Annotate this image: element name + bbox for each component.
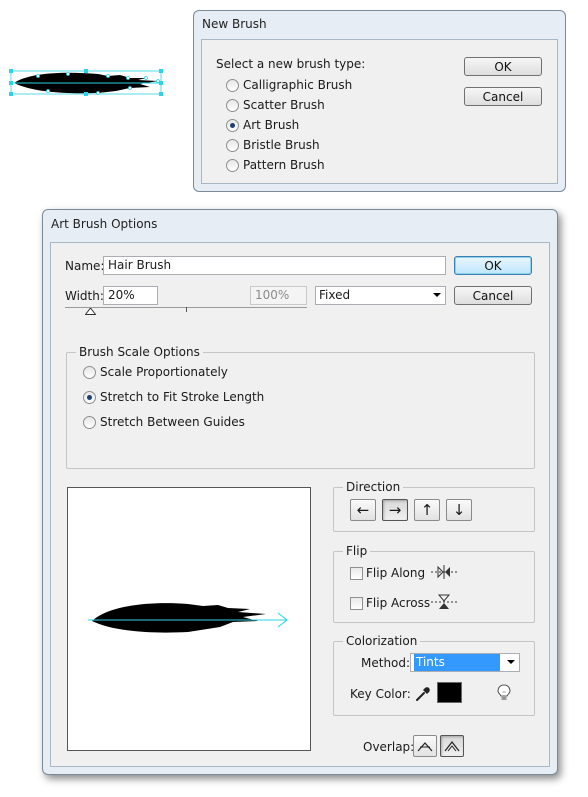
flip-group: Flip Flip Along Flip Across <box>333 544 535 623</box>
dialog-title: New Brush <box>202 17 267 31</box>
radio-label: Bristle Brush <box>243 138 320 152</box>
radio-circle[interactable] <box>226 78 239 92</box>
chevron-down-icon <box>433 293 441 297</box>
radio-stretch-between-guides[interactable]: Stretch Between Guides <box>83 415 245 429</box>
overlap-corners-icon <box>417 742 433 752</box>
art-brush-options-dialog: Art Brush Options Name: Hair Brush OK Wi… <box>42 209 558 775</box>
width-mode-select[interactable]: Fixed <box>315 286 446 305</box>
direction-group: Direction ← → ↑ ↓ <box>333 480 535 532</box>
radio-art-brush[interactable]: Art Brush <box>226 118 299 132</box>
group-title: Direction <box>343 480 404 494</box>
dialog-content: Name: Hair Brush OK Width: 20% 100% Fixe… <box>50 242 550 767</box>
select-value: Tints <box>414 654 500 671</box>
radio-circle[interactable] <box>226 98 239 112</box>
name-label: Name: <box>65 259 105 273</box>
colorization-method-select[interactable]: Tints <box>410 653 520 672</box>
width-label: Width: <box>65 289 104 303</box>
cancel-button[interactable]: Cancel <box>464 87 542 106</box>
radio-label: Scale Proportionately <box>100 365 228 379</box>
ok-button[interactable]: OK <box>464 57 542 76</box>
brush-preview-art <box>88 603 288 633</box>
overlap-none-icon <box>444 741 460 752</box>
chevron-down-icon <box>507 660 515 664</box>
flip-along-checkbox[interactable]: Flip Along <box>350 566 425 580</box>
overlap-no-overlap-button[interactable] <box>440 735 464 757</box>
checkbox-box[interactable] <box>350 596 363 610</box>
arrow-left-icon: ← <box>356 500 370 519</box>
radio-scatter-brush[interactable]: Scatter Brush <box>226 98 325 112</box>
radio-label: Calligraphic Brush <box>243 78 353 92</box>
flip-along-icon <box>431 565 457 579</box>
overlap-label: Overlap: <box>363 740 415 754</box>
arrow-up-icon: ↑ <box>420 500 434 519</box>
slider-thumb-icon[interactable] <box>85 308 96 315</box>
radio-label: Scatter Brush <box>243 98 325 112</box>
direction-left-button[interactable]: ← <box>350 499 376 521</box>
checkbox-label: Flip Across <box>366 596 431 610</box>
cancel-button[interactable]: Cancel <box>454 286 532 305</box>
radio-circle[interactable] <box>83 415 96 429</box>
radio-circle[interactable] <box>226 158 239 172</box>
radio-circle[interactable] <box>226 138 239 152</box>
radio-pattern-brush[interactable]: Pattern Brush <box>226 158 325 172</box>
brush-preview <box>67 487 311 751</box>
lightbulb-icon[interactable] <box>496 684 512 702</box>
flip-across-checkbox[interactable]: Flip Across <box>350 596 430 610</box>
group-title: Colorization <box>343 634 421 648</box>
selected-brush-artwork[interactable] <box>8 66 168 98</box>
direction-up-button[interactable]: ↑ <box>414 499 440 521</box>
radio-label: Pattern Brush <box>243 158 325 172</box>
ok-button[interactable]: OK <box>454 256 532 275</box>
checkbox-box[interactable] <box>350 566 363 580</box>
dialog-title: Art Brush Options <box>51 217 158 231</box>
brush-type-prompt: Select a new brush type: <box>216 57 366 71</box>
name-field[interactable]: Hair Brush <box>103 256 446 275</box>
dialog-content: Select a new brush type: Calligraphic Br… <box>201 39 558 184</box>
group-title: Brush Scale Options <box>76 345 203 359</box>
arrow-right-icon: → <box>388 500 402 519</box>
method-label: Method: <box>361 656 411 670</box>
new-brush-dialog: New Brush Select a new brush type: Calli… <box>193 10 566 192</box>
key-color-swatch[interactable] <box>437 682 462 703</box>
direction-down-button[interactable]: ↓ <box>446 499 472 521</box>
radio-bristle-brush[interactable]: Bristle Brush <box>226 138 320 152</box>
radio-label: Art Brush <box>243 118 300 132</box>
radio-circle[interactable] <box>226 118 239 132</box>
slider-tick <box>186 307 187 312</box>
arrow-down-icon: ↓ <box>452 500 466 519</box>
radio-circle[interactable] <box>83 390 96 404</box>
radio-label: Stretch to Fit Stroke Length <box>100 390 265 404</box>
eyedropper-icon[interactable] <box>415 684 431 702</box>
radio-calligraphic-brush[interactable]: Calligraphic Brush <box>226 78 352 92</box>
radio-stretch-to-fit[interactable]: Stretch to Fit Stroke Length <box>83 390 264 404</box>
select-value: Fixed <box>319 288 351 302</box>
overlap-adjust-corners-button[interactable] <box>413 735 437 757</box>
width-max-field: 100% <box>250 286 307 305</box>
direction-right-button[interactable]: → <box>382 499 408 521</box>
group-title: Flip <box>343 544 371 558</box>
flip-across-icon <box>431 594 457 609</box>
key-color-label: Key Color: <box>350 687 411 701</box>
checkbox-label: Flip Along <box>366 566 426 580</box>
radio-circle[interactable] <box>83 365 96 379</box>
colorization-group: Colorization Method: Tints Key Color: <box>333 634 535 716</box>
brush-scale-options-group: Brush Scale Options Scale Proportionatel… <box>66 345 535 469</box>
radio-label: Stretch Between Guides <box>100 415 245 429</box>
radio-scale-proportionately[interactable]: Scale Proportionately <box>83 365 228 379</box>
width-field[interactable]: 20% <box>103 286 158 305</box>
